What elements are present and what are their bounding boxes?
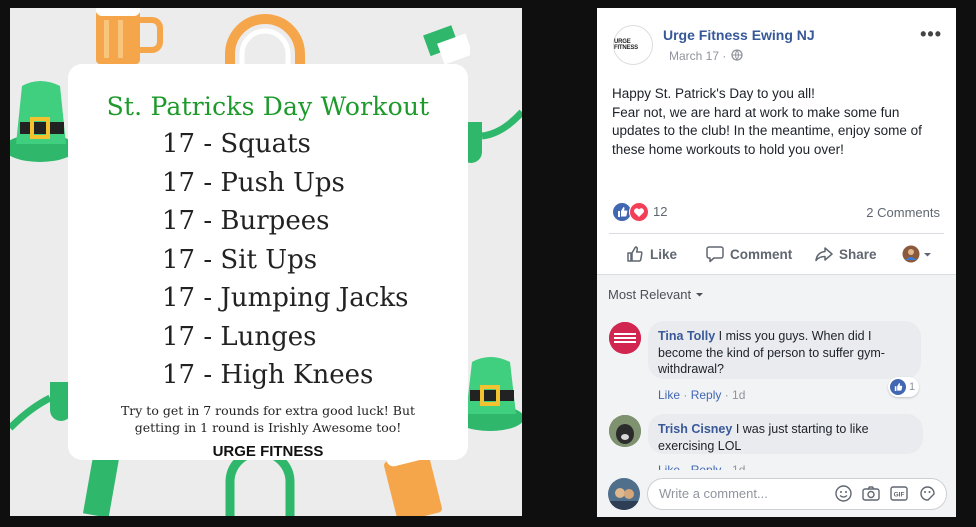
exercise-item: 17 - Lunges: [162, 321, 317, 352]
post-header: URGE FITNESS Urge Fitness Ewing NJ March…: [597, 8, 956, 78]
profile-picture-icon: [608, 478, 640, 510]
commenter-avatar[interactable]: [609, 415, 641, 447]
reactions-summary: 12 2 Comments: [597, 201, 956, 229]
exercise-item: 17 - Burpees: [162, 206, 330, 236]
gif-icon[interactable]: GIF: [890, 485, 908, 502]
caret-down-icon: [924, 252, 931, 256]
profile-picture-icon: [609, 415, 641, 447]
comment-bubble: Tina Tolly I miss you guys. When did I b…: [648, 321, 921, 379]
love-icon: [629, 202, 649, 222]
more-options-button[interactable]: •••: [920, 24, 942, 45]
workout-note: Try to get in 7 rounds for extra good lu…: [120, 403, 416, 435]
page-avatar[interactable]: URGE FITNESS: [613, 25, 653, 65]
comment-bubble: Trish Cisney I was just starting to like…: [648, 414, 923, 454]
emoji-icon[interactable]: [835, 485, 852, 502]
comment-like-link[interactable]: Like: [658, 388, 680, 402]
post-text: Happy St. Patrick's Day to you all! Fear…: [612, 85, 947, 159]
like-button[interactable]: Like: [626, 242, 677, 266]
page-name-link[interactable]: Urge Fitness Ewing NJ: [663, 27, 815, 43]
comment-count-link[interactable]: 2 Comments: [866, 205, 940, 220]
share-button-label: Share: [839, 246, 877, 262]
comment-time[interactable]: 1d: [732, 388, 745, 402]
workout-brand: URGE FITNESS: [212, 443, 324, 460]
exercise-item: 17 - High Knees: [162, 360, 374, 390]
camera-icon[interactable]: [862, 485, 880, 502]
audience-selector[interactable]: [902, 242, 932, 266]
commenter-avatar[interactable]: [609, 322, 641, 354]
caret-down-icon: [696, 293, 704, 297]
comment-composer: Write a comment... GIF: [597, 470, 956, 517]
comment-sort-label: Most Relevant: [608, 287, 692, 302]
comment-author-link[interactable]: Trish Cisney: [658, 422, 732, 436]
workout-title: St. Patricks Day Workout: [106, 92, 430, 121]
workout-card: St. Patricks Day Workout 17 - Squats 17 …: [68, 64, 468, 460]
screen: St. Patricks Day Workout 17 - Squats 17 …: [0, 0, 976, 527]
current-user-avatar[interactable]: [608, 478, 640, 510]
exercise-item: 17 - Sit Ups: [162, 244, 318, 275]
comment-icon: [706, 246, 724, 263]
reaction-count[interactable]: 12: [653, 204, 667, 219]
post-photo[interactable]: St. Patricks Day Workout 17 - Squats 17 …: [10, 8, 522, 516]
facebook-post: URGE FITNESS Urge Fitness Ewing NJ March…: [597, 8, 956, 517]
comment-button[interactable]: Comment: [706, 242, 792, 266]
comment-reaction-count: 1: [909, 381, 916, 393]
comment-button-label: Comment: [730, 246, 793, 262]
like-button-label: Like: [650, 246, 678, 262]
exercise-list: 17 - Squats 17 - Push Ups 17 - Burpees 1…: [162, 125, 408, 395]
comment-author-link[interactable]: Tina Tolly: [658, 329, 715, 343]
comment-reply-link[interactable]: Reply: [691, 388, 722, 402]
comment-input-placeholder: Write a comment...: [659, 486, 768, 501]
beer-mug-icon: [96, 8, 163, 64]
post-text-line: Fear not, we are hard at work to make so…: [612, 104, 922, 157]
comment-reaction-badge[interactable]: 1: [888, 377, 920, 397]
share-button[interactable]: Share: [815, 242, 877, 266]
post-text-line: Happy St. Patrick's Day to you all!: [612, 86, 815, 101]
profile-picture-icon: [609, 322, 641, 354]
like-icon: [890, 379, 906, 395]
comment-actions: Like · Reply · 1d: [658, 388, 746, 402]
exercise-item: 17 - Jumping Jacks: [162, 283, 409, 313]
post-timestamp[interactable]: March 17 ·: [669, 49, 726, 63]
user-avatar-icon: [902, 245, 920, 263]
more-icon: •••: [920, 24, 942, 44]
globe-icon: [731, 49, 743, 61]
sticker-icon[interactable]: [919, 485, 936, 502]
like-icon: [627, 246, 643, 262]
reaction-icons[interactable]: [612, 202, 652, 222]
svg-text:GIF: GIF: [894, 492, 905, 499]
post-action-bar: Like Comment Share: [609, 233, 944, 273]
exercise-item: 17 - Squats: [162, 129, 311, 159]
comment-sort-dropdown[interactable]: Most Relevant: [608, 287, 704, 302]
exercise-item: 17 - Push Ups: [162, 167, 345, 198]
share-icon: [815, 247, 833, 262]
